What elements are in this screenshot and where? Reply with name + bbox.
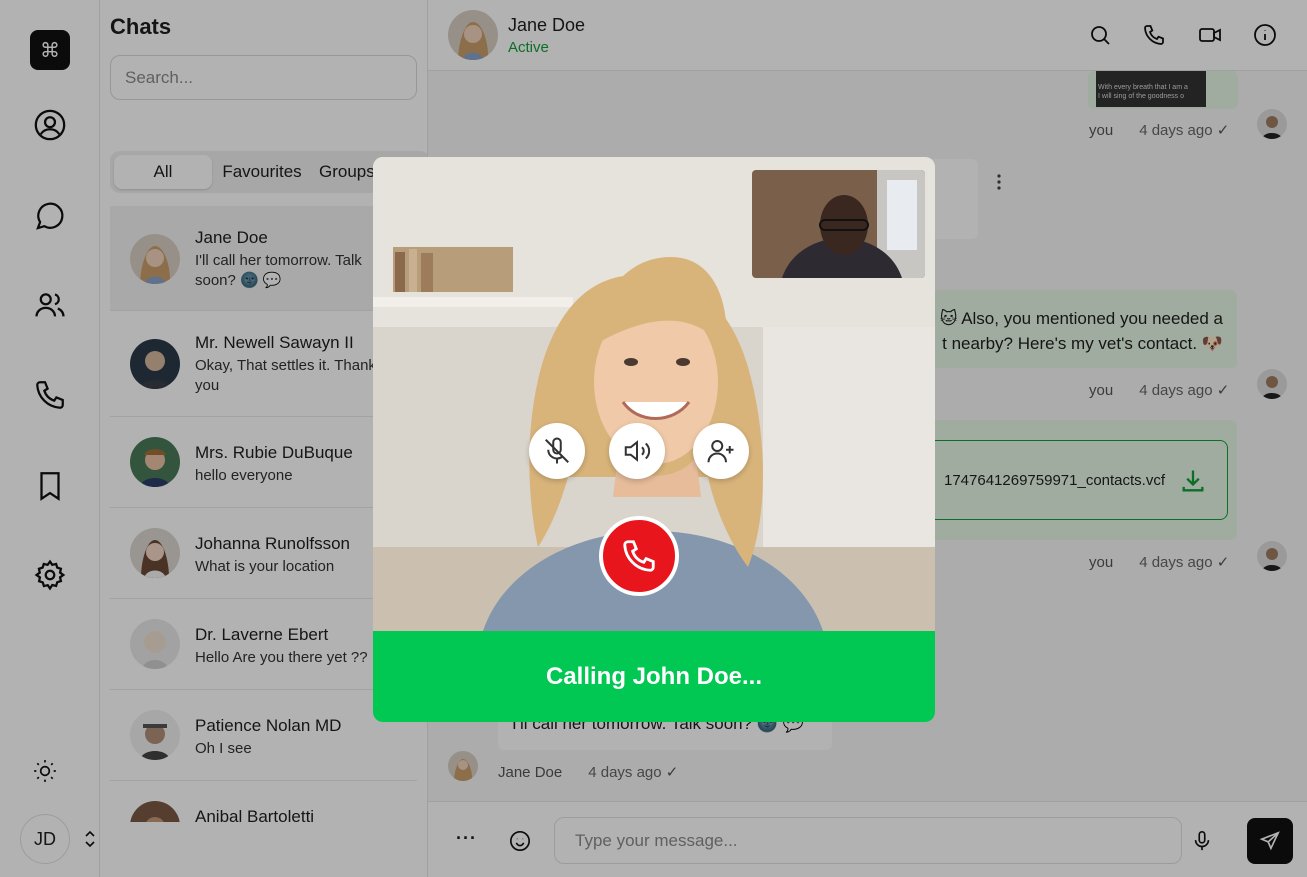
microphone-off-icon: [545, 437, 569, 464]
end-call-button[interactable]: [599, 516, 679, 596]
self-video-preview[interactable]: [752, 170, 925, 278]
speaker-button[interactable]: [609, 423, 665, 479]
phone-hangup-icon: [623, 540, 655, 572]
call-modal: Calling John Doe...: [373, 157, 935, 722]
call-status-text: Calling John Doe...: [545, 662, 762, 690]
call-status-bar: Calling John Doe...: [373, 631, 935, 722]
speaker-volume-icon: [624, 440, 651, 462]
mute-button[interactable]: [529, 423, 585, 479]
add-participant-button[interactable]: [693, 423, 749, 479]
add-user-icon: [707, 440, 734, 463]
